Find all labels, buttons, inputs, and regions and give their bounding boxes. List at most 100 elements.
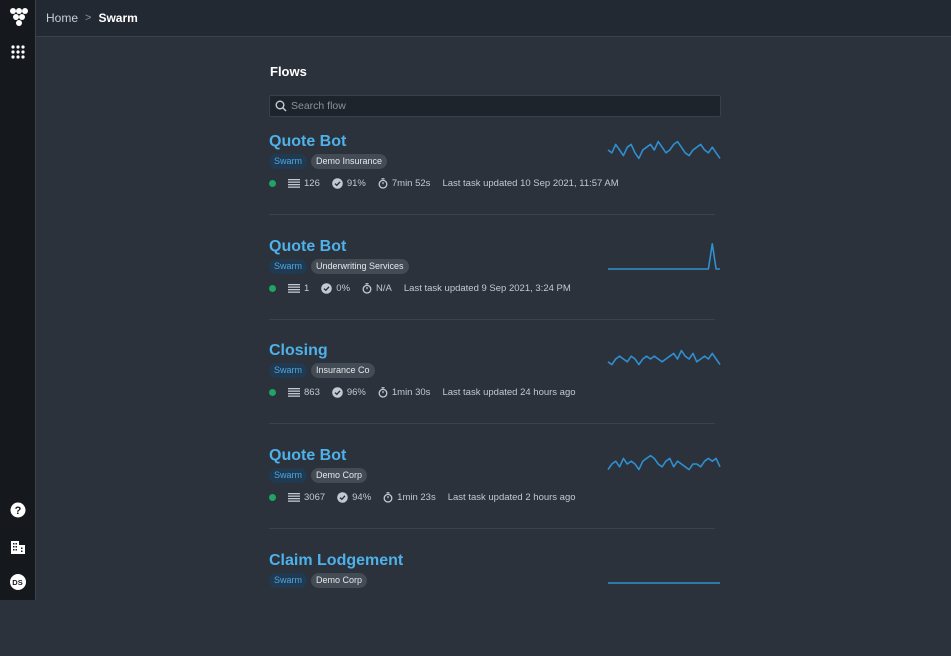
task-count: 1 (288, 283, 309, 294)
flow-tags: Swarm Demo Corp (269, 468, 371, 483)
check-circle-icon (332, 387, 347, 398)
divider (269, 214, 715, 215)
divider (269, 319, 715, 320)
success-rate-value: 94% (352, 492, 372, 503)
last-updated: Last task updated 2 hours ago (447, 492, 576, 503)
check-circle-icon (321, 283, 336, 294)
top-bar: Home > Swarm (36, 0, 951, 37)
activity-sparkline (608, 243, 720, 270)
flow-name[interactable]: Claim Lodgement (269, 552, 403, 570)
flow-stats: 863 96% 1min 30s Last task updated 24 ho… (269, 387, 588, 398)
check-circle-icon (337, 492, 352, 503)
logo-icon[interactable] (0, 7, 35, 27)
task-count: 3067 (288, 492, 325, 503)
activity-sparkline (608, 582, 720, 584)
last-updated: Last task updated 10 Sep 2021, 11:57 AM (442, 178, 619, 189)
flow-name[interactable]: Closing (269, 342, 328, 360)
timer-icon (378, 178, 392, 189)
flow-tags: Swarm Demo Insurance (269, 154, 391, 169)
breadcrumb-current: Swarm (98, 11, 138, 25)
search-box[interactable] (269, 95, 721, 117)
flow-name[interactable]: Quote Bot (269, 133, 346, 151)
avg-duration: 1min 23s (383, 492, 436, 503)
list-icon (288, 388, 304, 397)
list-icon (288, 179, 304, 188)
divider (269, 423, 715, 424)
success-rate-value: 91% (346, 178, 366, 189)
svg-text:?: ? (14, 505, 21, 517)
flow-item: Quote Bot Swarm Demo Insurance 126 91% 7mi… (269, 133, 721, 237)
flow-item: Closing Swarm Insurance Co 863 96% 1min 30… (269, 342, 721, 446)
timer-icon (383, 492, 397, 503)
avg-duration: 1min 30s (378, 387, 431, 398)
flow-tags: Swarm Underwriting Services (269, 259, 413, 274)
task-count-value: 126 (304, 178, 320, 189)
flow-tag: Demo Corp (311, 468, 368, 483)
list-icon (288, 493, 304, 502)
flow-name[interactable]: Quote Bot (269, 447, 346, 465)
task-count-value: 3067 (304, 492, 326, 503)
flow-tag: Swarm (269, 363, 308, 378)
flow-item: Claim Lodgement Swarm Demo Corp (269, 552, 721, 656)
flow-tag: Insurance Co (311, 363, 375, 378)
flow-tag: Underwriting Services (311, 259, 409, 274)
success-rate-value: 96% (346, 387, 366, 398)
last-updated: Last task updated 9 Sep 2021, 3:24 PM (403, 283, 571, 294)
task-count-value: 863 (304, 387, 320, 398)
last-updated: Last task updated 24 hours ago (442, 387, 576, 398)
sparkline-series (607, 454, 721, 471)
activity-sparkline (607, 349, 721, 366)
page-title: Flows (270, 64, 307, 79)
task-count: 126 (288, 178, 320, 189)
timer-icon (378, 387, 392, 398)
breadcrumb-separator: > (85, 12, 92, 24)
flow-tags: Swarm Demo Corp (269, 573, 371, 588)
check-circle-icon (332, 178, 347, 189)
status-dot-icon (269, 180, 276, 187)
avg-duration-value: 7min 52s (391, 178, 431, 189)
avg-duration-value: 1min 30s (391, 387, 431, 398)
divider (269, 528, 715, 529)
success-rate: 91% (332, 178, 366, 189)
list-icon (288, 284, 304, 293)
avatar-initials: DS (9, 574, 26, 590)
flow-item: Quote Bot Swarm Underwriting Services 1 0%… (269, 238, 721, 342)
success-rate: 0% (321, 283, 350, 294)
sparkline-series (607, 349, 721, 366)
flow-tag: Demo Insurance (311, 154, 388, 169)
task-count: 863 (288, 387, 320, 398)
breadcrumb-home[interactable]: Home (46, 11, 78, 25)
sidebar: ? DS (0, 0, 36, 600)
apps-grid-icon[interactable] (0, 44, 35, 60)
avg-duration-value: 1min 23s (397, 492, 436, 503)
flow-stats: 1 0% N/A Last task updated 9 Sep 2021, 3… (269, 283, 583, 294)
task-count-value: 1 (304, 283, 310, 294)
flow-tag: Demo Corp (311, 573, 368, 588)
timer-icon (362, 283, 376, 294)
success-rate: 94% (337, 492, 371, 503)
flow-tag: Swarm (269, 468, 308, 483)
flow-item: Quote Bot Swarm Demo Corp 3067 94% 1min 23… (269, 447, 721, 551)
user-avatar[interactable]: DS (0, 574, 35, 590)
status-dot-icon (269, 389, 276, 396)
flow-stats: 3067 94% 1min 23s Last task updated 2 ho… (269, 492, 588, 503)
search-icon (275, 100, 287, 112)
flow-tag: Swarm (269, 573, 308, 588)
activity-sparkline (607, 140, 721, 160)
status-dot-icon (269, 285, 276, 292)
flow-tag: Swarm (269, 259, 308, 274)
success-rate-value: 0% (336, 283, 351, 294)
search-input[interactable] (291, 100, 691, 112)
flow-name[interactable]: Quote Bot (269, 238, 346, 256)
activity-sparkline (607, 454, 721, 471)
organization-icon[interactable] (0, 539, 35, 555)
avg-duration: 7min 52s (378, 178, 431, 189)
success-rate: 96% (332, 387, 366, 398)
flow-stats: 126 91% 7min 52s Last task updated 10 Se… (269, 178, 631, 189)
sparkline-series (607, 140, 721, 160)
avg-duration-value: N/A (376, 283, 392, 294)
help-icon[interactable]: ? (0, 502, 35, 518)
avg-duration: N/A (362, 283, 392, 294)
flow-tag: Swarm (269, 154, 308, 169)
status-dot-icon (269, 494, 276, 501)
